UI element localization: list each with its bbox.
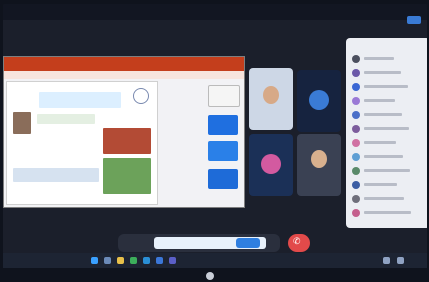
avatar [352, 125, 360, 133]
participant-row[interactable] [352, 208, 426, 220]
shared-screen [3, 56, 245, 208]
participant-row[interactable] [352, 124, 426, 136]
participant-video [311, 150, 327, 168]
participant-row[interactable] [352, 110, 426, 122]
avatar [261, 154, 281, 174]
meeting-titlebar [3, 4, 427, 20]
participant-name-placeholder [364, 113, 402, 116]
video-tile[interactable] [297, 134, 341, 196]
slide-photo-bottom [103, 158, 151, 194]
powerpoint-toolbar[interactable] [4, 71, 244, 79]
video-tile[interactable] [249, 68, 293, 130]
avatar [352, 209, 360, 217]
avatar [352, 181, 360, 189]
monitor: ✆ [0, 0, 429, 282]
participant-name-placeholder [364, 127, 409, 130]
monitor-logo-icon [206, 272, 214, 280]
slide-thumbnail[interactable] [208, 115, 238, 135]
video-tile[interactable] [249, 134, 293, 196]
participant-name-placeholder [364, 85, 408, 88]
slide-text-box [37, 114, 95, 124]
avatar [352, 153, 360, 161]
participant-name-placeholder [364, 211, 411, 214]
participant-name-placeholder [364, 57, 394, 60]
clock-icon [397, 257, 404, 264]
slide-thumbnails [204, 85, 240, 205]
participant-row[interactable] [352, 82, 426, 94]
control-bar [118, 234, 280, 252]
mail-icon[interactable] [156, 257, 163, 264]
slide-logo [133, 88, 149, 104]
screen: ✆ [3, 4, 427, 254]
leave-button[interactable]: ✆ [288, 234, 310, 252]
slide-icon-row [13, 168, 99, 182]
avatar [352, 167, 360, 175]
powerpoint-ribbon[interactable] [4, 57, 244, 71]
participant-row[interactable] [352, 166, 426, 178]
phone-icon: ✆ [293, 237, 301, 247]
participant-name-placeholder [364, 141, 396, 144]
meeting-controls: ✆ [118, 234, 314, 254]
avatar [352, 69, 360, 77]
participant-name-placeholder [364, 183, 397, 186]
slide-person-photo [13, 112, 31, 134]
participant-row[interactable] [352, 152, 426, 164]
participant-name-placeholder [364, 99, 395, 102]
avatar [352, 55, 360, 63]
edge-icon[interactable] [143, 257, 150, 264]
slide-canvas[interactable] [6, 81, 158, 205]
chrome-icon[interactable] [130, 257, 137, 264]
slide-thumbnail[interactable] [208, 85, 240, 107]
avatar [352, 83, 360, 91]
participant-row[interactable] [352, 180, 426, 192]
avatar [352, 97, 360, 105]
explorer-icon[interactable] [117, 257, 124, 264]
stop-sharing-button[interactable] [236, 238, 260, 248]
avatar [352, 139, 360, 147]
participant-name-placeholder [364, 169, 410, 172]
slide-title-block [39, 92, 121, 108]
participant-name-placeholder [364, 197, 404, 200]
participant-name-placeholder [364, 155, 403, 158]
participant-row[interactable] [352, 194, 426, 206]
participant-row[interactable] [352, 138, 426, 150]
participant-row[interactable] [352, 96, 426, 108]
participant-row[interactable] [352, 54, 426, 66]
slide-thumbnail[interactable] [208, 141, 238, 161]
avatar [309, 90, 329, 110]
avatar [352, 195, 360, 203]
slide-thumbnail[interactable] [208, 169, 238, 189]
video-tile[interactable] [297, 70, 341, 132]
start-icon[interactable] [91, 257, 98, 264]
participant-row[interactable] [352, 68, 426, 80]
participant-video [263, 86, 279, 104]
participants-panel [346, 38, 427, 228]
taskbar [3, 253, 427, 268]
join-button[interactable] [407, 16, 421, 24]
search-icon[interactable] [104, 257, 111, 264]
avatar [352, 111, 360, 119]
slide-photo-middle [103, 128, 151, 154]
participant-name-placeholder [364, 71, 401, 74]
teams-icon[interactable] [169, 257, 176, 264]
tray-icon[interactable] [383, 257, 390, 264]
